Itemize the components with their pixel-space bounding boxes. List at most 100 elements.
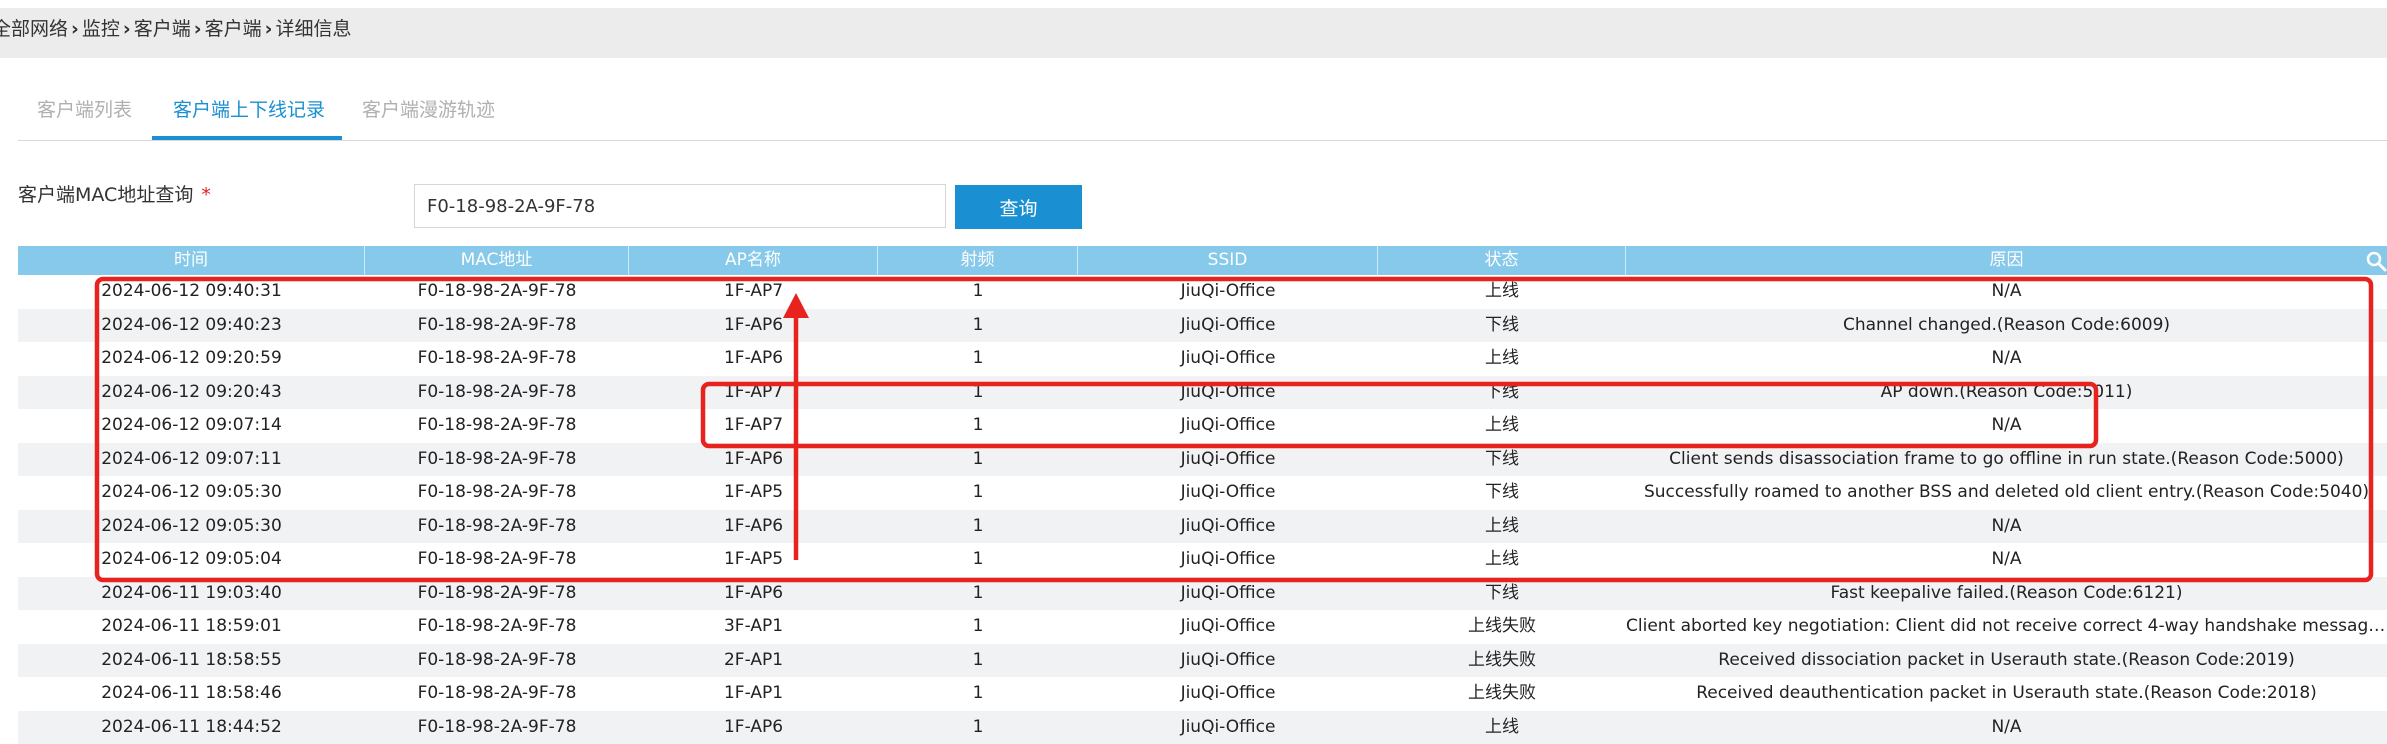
cell-time: 2024-06-12 09:05:30: [18, 510, 365, 544]
cell-reason: Successfully roamed to another BSS and d…: [1626, 476, 2387, 510]
cell-status: 上线: [1378, 510, 1626, 544]
table-row[interactable]: 2024-06-11 18:58:46F0-18-98-2A-9F-781F-A…: [18, 677, 2387, 711]
cell-reason: Received dissociation packet in Userauth…: [1626, 644, 2387, 678]
cell-status: 下线: [1378, 443, 1626, 477]
cell-radio: 1: [878, 543, 1078, 577]
cell-reason: N/A: [1626, 275, 2387, 309]
chevron-right-icon: ›: [71, 18, 79, 40]
column-header-radio[interactable]: 射频: [878, 246, 1078, 275]
cell-reason: N/A: [1626, 409, 2387, 443]
cell-status: 下线: [1378, 376, 1626, 410]
cell-mac: F0-18-98-2A-9F-78: [365, 309, 629, 343]
cell-mac: F0-18-98-2A-9F-78: [365, 510, 629, 544]
cell-reason: Fast keepalive failed.(Reason Code:6121): [1626, 577, 2387, 611]
cell-ssid: JiuQi-Office: [1078, 275, 1378, 309]
table-row[interactable]: 2024-06-11 18:59:01F0-18-98-2A-9F-783F-A…: [18, 610, 2387, 644]
table-row[interactable]: 2024-06-12 09:40:31F0-18-98-2A-9F-781F-A…: [18, 275, 2387, 309]
cell-ssid: JiuQi-Office: [1078, 443, 1378, 477]
table-row[interactable]: 2024-06-12 09:20:59F0-18-98-2A-9F-781F-A…: [18, 342, 2387, 376]
cell-mac: F0-18-98-2A-9F-78: [365, 711, 629, 744]
table-row[interactable]: 2024-06-12 09:05:30F0-18-98-2A-9F-781F-A…: [18, 476, 2387, 510]
cell-radio: 1: [878, 476, 1078, 510]
cell-mac: F0-18-98-2A-9F-78: [365, 644, 629, 678]
cell-ssid: JiuQi-Office: [1078, 376, 1378, 410]
table-row[interactable]: 2024-06-12 09:07:11F0-18-98-2A-9F-781F-A…: [18, 443, 2387, 477]
cell-mac: F0-18-98-2A-9F-78: [365, 543, 629, 577]
cell-ap-name: 1F-AP6: [629, 577, 878, 611]
breadcrumb-item-client[interactable]: 客户端: [134, 18, 191, 40]
cell-mac: F0-18-98-2A-9F-78: [365, 409, 629, 443]
cell-time: 2024-06-12 09:05:04: [18, 543, 365, 577]
cell-time: 2024-06-12 09:05:30: [18, 476, 365, 510]
column-header-ap-name[interactable]: AP名称: [629, 246, 878, 275]
cell-radio: 1: [878, 644, 1078, 678]
cell-reason: Client aborted key negotiation: Client d…: [1626, 610, 2387, 644]
column-header-ssid[interactable]: SSID: [1078, 246, 1378, 275]
column-header-time[interactable]: 时间: [18, 246, 365, 275]
breadcrumb-item-detail: 详细信息: [275, 18, 351, 40]
cell-status: 上线失败: [1378, 677, 1626, 711]
cell-radio: 1: [878, 275, 1078, 309]
cell-ssid: JiuQi-Office: [1078, 610, 1378, 644]
cell-radio: 1: [878, 610, 1078, 644]
table-row[interactable]: 2024-06-12 09:40:23F0-18-98-2A-9F-781F-A…: [18, 309, 2387, 343]
tab-client-online-offline-records[interactable]: 客户端上下线记录: [173, 95, 325, 122]
table-row[interactable]: 2024-06-12 09:05:30F0-18-98-2A-9F-781F-A…: [18, 510, 2387, 544]
cell-ap-name: 1F-AP6: [629, 443, 878, 477]
cell-ap-name: 1F-AP6: [629, 510, 878, 544]
cell-status: 上线失败: [1378, 610, 1626, 644]
mac-query-label: 客户端MAC地址查询*: [18, 180, 211, 207]
mac-address-input[interactable]: [414, 184, 946, 228]
cell-mac: F0-18-98-2A-9F-78: [365, 610, 629, 644]
tabs-divider: [18, 140, 2387, 141]
column-header-mac[interactable]: MAC地址: [365, 246, 629, 275]
cell-ap-name: 3F-AP1: [629, 610, 878, 644]
cell-ap-name: 1F-AP7: [629, 275, 878, 309]
query-button[interactable]: 查询: [955, 185, 1082, 229]
search-icon[interactable]: [2365, 250, 2387, 272]
cell-radio: 1: [878, 510, 1078, 544]
cell-ssid: JiuQi-Office: [1078, 342, 1378, 376]
cell-time: 2024-06-12 09:20:43: [18, 376, 365, 410]
cell-ssid: JiuQi-Office: [1078, 677, 1378, 711]
records-table: 时间 MAC地址 AP名称 射频 SSID 状态 原因 2024-06-12 0…: [18, 246, 2387, 744]
cell-reason: N/A: [1626, 711, 2387, 744]
cell-time: 2024-06-12 09:20:59: [18, 342, 365, 376]
chevron-right-icon: ›: [265, 18, 273, 40]
tab-client-list[interactable]: 客户端列表: [37, 95, 132, 122]
chevron-right-icon: ›: [123, 18, 131, 40]
column-header-reason[interactable]: 原因: [1626, 246, 2387, 275]
cell-time: 2024-06-11 18:58:55: [18, 644, 365, 678]
cell-mac: F0-18-98-2A-9F-78: [365, 577, 629, 611]
cell-status: 上线: [1378, 275, 1626, 309]
cell-ssid: JiuQi-Office: [1078, 577, 1378, 611]
table-row[interactable]: 2024-06-11 18:44:52F0-18-98-2A-9F-781F-A…: [18, 711, 2387, 744]
table-row[interactable]: 2024-06-11 18:58:55F0-18-98-2A-9F-782F-A…: [18, 644, 2387, 678]
cell-radio: 1: [878, 309, 1078, 343]
breadcrumb-item-all-network[interactable]: 全部网络: [0, 18, 68, 40]
tab-client-roaming-track[interactable]: 客户端漫游轨迹: [362, 95, 495, 122]
chevron-right-icon: ›: [194, 18, 202, 40]
cell-ap-name: 1F-AP6: [629, 711, 878, 744]
breadcrumb-item-monitor[interactable]: 监控: [82, 18, 120, 40]
cell-time: 2024-06-11 18:59:01: [18, 610, 365, 644]
cell-mac: F0-18-98-2A-9F-78: [365, 476, 629, 510]
cell-ap-name: 1F-AP7: [629, 376, 878, 410]
cell-ap-name: 1F-AP1: [629, 677, 878, 711]
column-header-status[interactable]: 状态: [1378, 246, 1626, 275]
cell-reason: N/A: [1626, 543, 2387, 577]
table-header: 时间 MAC地址 AP名称 射频 SSID 状态 原因: [18, 246, 2387, 275]
table-row[interactable]: 2024-06-11 19:03:40F0-18-98-2A-9F-781F-A…: [18, 577, 2387, 611]
table-row[interactable]: 2024-06-12 09:07:14F0-18-98-2A-9F-781F-A…: [18, 409, 2387, 443]
cell-reason: Client sends disassociation frame to go …: [1626, 443, 2387, 477]
cell-ap-name: 2F-AP1: [629, 644, 878, 678]
cell-ssid: JiuQi-Office: [1078, 711, 1378, 744]
cell-time: 2024-06-12 09:07:11: [18, 443, 365, 477]
cell-reason: Channel changed.(Reason Code:6009): [1626, 309, 2387, 343]
table-row[interactable]: 2024-06-12 09:20:43F0-18-98-2A-9F-781F-A…: [18, 376, 2387, 410]
breadcrumb-item-client-2[interactable]: 客户端: [205, 18, 262, 40]
cell-reason: AP down.(Reason Code:5011): [1626, 376, 2387, 410]
cell-time: 2024-06-12 09:40:31: [18, 275, 365, 309]
cell-ssid: JiuQi-Office: [1078, 309, 1378, 343]
table-row[interactable]: 2024-06-12 09:05:04F0-18-98-2A-9F-781F-A…: [18, 543, 2387, 577]
